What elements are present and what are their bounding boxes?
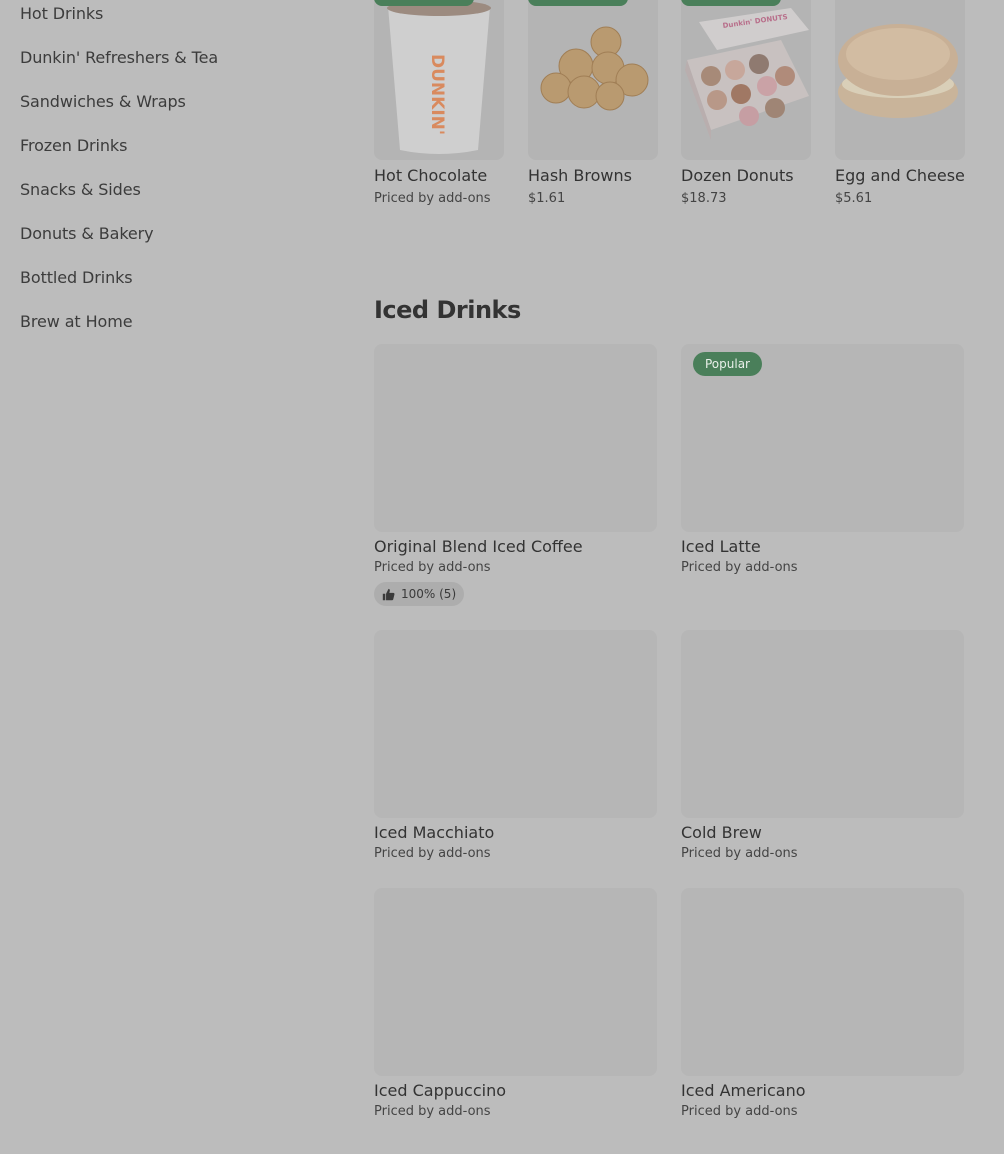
item-image-placeholder bbox=[374, 630, 657, 818]
item-price: Priced by add-ons bbox=[681, 560, 798, 575]
thumbs-up-icon bbox=[382, 588, 395, 600]
section-title-iced-drinks: Iced Drinks bbox=[374, 296, 521, 324]
item-name: Original Blend Iced Coffee bbox=[374, 537, 583, 556]
egg-and-cheese-image bbox=[835, 0, 965, 160]
sidebar-item-hot-drinks[interactable]: Hot Drinks bbox=[20, 4, 103, 23]
item-name: Iced Macchiato bbox=[374, 823, 495, 842]
badge-stub bbox=[528, 0, 628, 6]
menu-item-card[interactable]: Original Blend Iced Coffee Priced by add… bbox=[374, 344, 657, 606]
sidebar-item-snacks-sides[interactable]: Snacks & Sides bbox=[20, 180, 141, 199]
item-name: Cold Brew bbox=[681, 823, 762, 842]
item-price: $1.61 bbox=[528, 191, 566, 206]
menu-item-card[interactable]: Iced Cappuccino Priced by add-ons bbox=[374, 888, 657, 1122]
item-price: Priced by add-ons bbox=[374, 1104, 491, 1119]
item-image-placeholder: Popular bbox=[681, 344, 964, 532]
hash-browns-icon bbox=[540, 26, 649, 111]
item-image-placeholder bbox=[374, 344, 657, 532]
sidebar-item-brew-at-home[interactable]: Brew at Home bbox=[20, 312, 133, 331]
sidebar-item-frozen-drinks[interactable]: Frozen Drinks bbox=[20, 136, 127, 155]
hot-chocolate-cup-icon: DUNKIN' bbox=[387, 0, 491, 154]
item-image-placeholder bbox=[374, 888, 657, 1076]
item-name: Iced Americano bbox=[681, 1081, 806, 1100]
sidebar-item-refreshers-tea[interactable]: Dunkin' Refreshers & Tea bbox=[20, 48, 218, 67]
hot-chocolate-image: DUNKIN' bbox=[374, 0, 504, 160]
item-name: Dozen Donuts bbox=[681, 166, 794, 185]
item-name: Hash Browns bbox=[528, 166, 632, 185]
menu-item-card[interactable]: Iced Macchiato Priced by add-ons bbox=[374, 630, 657, 864]
item-price: Priced by add-ons bbox=[681, 846, 798, 861]
item-name: Iced Cappuccino bbox=[374, 1081, 506, 1100]
menu-item-card[interactable]: Cold Brew Priced by add-ons bbox=[681, 630, 964, 864]
badge-stub bbox=[681, 0, 781, 6]
donut-box-icon: Dunkin' DONUTS bbox=[685, 8, 809, 140]
badge-stub bbox=[374, 0, 474, 6]
sidebar-item-bottled-drinks[interactable]: Bottled Drinks bbox=[20, 268, 133, 287]
item-price: $18.73 bbox=[681, 191, 727, 206]
menu-item-card[interactable]: DUNKIN' Hot Chocolate Priced by add-ons bbox=[374, 0, 504, 206]
hash-browns-image bbox=[528, 0, 658, 160]
sidebar-item-donuts-bakery[interactable]: Donuts & Bakery bbox=[20, 224, 154, 243]
item-price: Priced by add-ons bbox=[374, 846, 491, 861]
item-name: Hot Chocolate bbox=[374, 166, 488, 185]
menu-item-card[interactable]: Iced Americano Priced by add-ons bbox=[681, 888, 964, 1122]
sidebar-item-sandwiches-wraps[interactable]: Sandwiches & Wraps bbox=[20, 92, 186, 111]
menu-item-card[interactable]: Hash Browns $1.61 bbox=[528, 0, 658, 206]
item-name: Iced Latte bbox=[681, 537, 761, 556]
egg-and-cheese-sandwich-icon bbox=[838, 24, 958, 118]
item-price: Priced by add-ons bbox=[374, 191, 491, 206]
item-name: Egg and Cheese bbox=[835, 166, 965, 185]
rating-badge: 100% (5) bbox=[374, 582, 465, 606]
item-price: $5.61 bbox=[835, 191, 873, 206]
menu-item-card[interactable]: Popular Iced Latte Priced by add-ons bbox=[681, 344, 964, 578]
menu-item-card[interactable]: Dunkin' DONUTS Dozen Donuts $18.73 bbox=[681, 0, 811, 206]
item-price: Priced by add-ons bbox=[374, 560, 491, 575]
item-image-placeholder bbox=[681, 888, 964, 1076]
rating-text: 100% (5) bbox=[401, 587, 457, 601]
item-image-placeholder bbox=[681, 630, 964, 818]
dozen-donuts-image: Dunkin' DONUTS bbox=[681, 0, 811, 160]
cup-brand-text: DUNKIN' bbox=[427, 54, 447, 135]
item-price: Priced by add-ons bbox=[681, 1104, 798, 1119]
menu-item-card[interactable]: Egg and Cheese $5.61 bbox=[835, 0, 965, 206]
popular-badge: Popular bbox=[693, 352, 762, 376]
